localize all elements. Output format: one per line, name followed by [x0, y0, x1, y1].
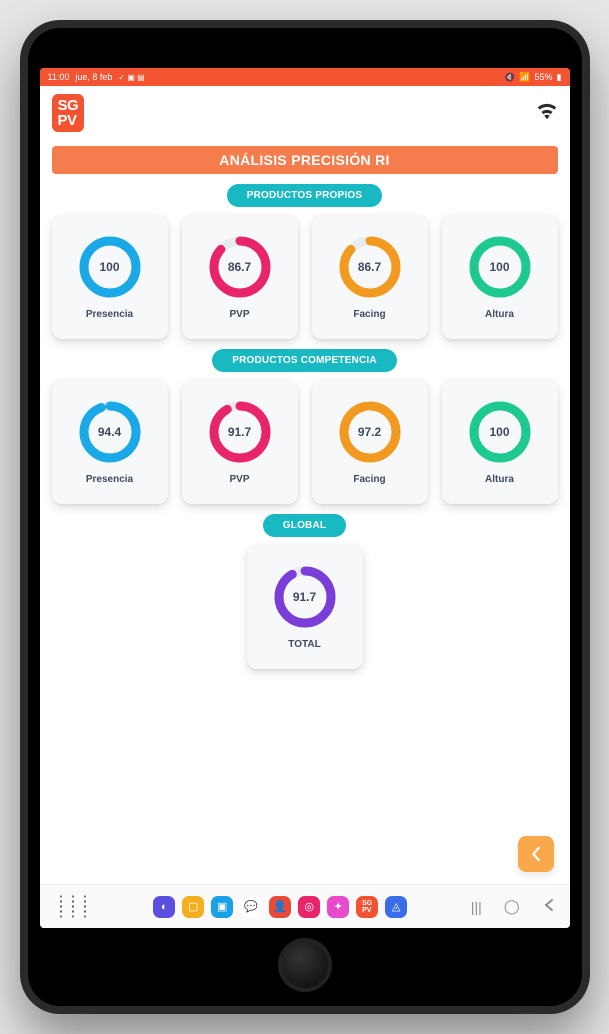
donut-chart: 86.7 — [338, 235, 402, 299]
metric-card[interactable]: 94.4 Presencia — [52, 380, 168, 504]
status-tray-icons: ✓ ▣ ▤ — [118, 73, 144, 82]
recents-button[interactable]: ||| — [471, 899, 482, 915]
metric-value: 100 — [489, 260, 509, 274]
tablet-frame: 11:00 jue, 8 feb ✓ ▣ ▤ 🔇 📶 55% ▮ SG PV — [20, 20, 590, 1014]
logo-line-1: SG — [58, 98, 79, 113]
section-pill: PRODUCTOS PROPIOS — [227, 184, 382, 207]
metric-value: 86.7 — [228, 260, 251, 274]
metric-card[interactable]: 91.7 TOTAL — [247, 545, 363, 669]
metric-value: 100 — [99, 260, 119, 274]
dock-app-icon[interactable]: ◐ — [153, 896, 175, 918]
metric-label: TOTAL — [288, 639, 320, 650]
metric-value: 91.7 — [228, 425, 251, 439]
app-logo[interactable]: SG PV — [52, 94, 85, 132]
metric-value: 100 — [489, 425, 509, 439]
screen: 11:00 jue, 8 feb ✓ ▣ ▤ 🔇 📶 55% ▮ SG PV — [40, 68, 570, 928]
donut-chart: 91.7 — [208, 400, 272, 464]
dock-app-icon[interactable]: ◎ — [298, 896, 320, 918]
section-pill: PRODUCTOS COMPETENCIA — [212, 349, 397, 372]
metric-label: PVP — [229, 474, 249, 485]
metric-value: 97.2 — [358, 425, 381, 439]
home-button-nav[interactable]: ◯ — [504, 898, 520, 915]
metric-value: 94.4 — [98, 425, 121, 439]
donut-chart: 91.7 — [273, 565, 337, 629]
metric-label: Presencia — [86, 309, 133, 320]
donut-chart: 94.4 — [78, 400, 142, 464]
app-header: SG PV — [40, 86, 570, 140]
donut-chart: 86.7 — [208, 235, 272, 299]
main-content: ANÁLISIS PRECISIÓN RI PRODUCTOS PROPIOS … — [40, 140, 570, 884]
metric-card[interactable]: 86.7 Facing — [312, 215, 428, 339]
dock-app-icon[interactable]: ◬ — [385, 896, 407, 918]
back-button[interactable] — [518, 836, 554, 872]
metric-card[interactable]: 100 Presencia — [52, 215, 168, 339]
metric-card[interactable]: 91.7 PVP — [182, 380, 298, 504]
donut-chart: 97.2 — [338, 400, 402, 464]
wifi-icon[interactable] — [536, 102, 558, 125]
dock-app-icon[interactable]: SGPV — [356, 896, 378, 918]
system-nav-buttons: ||| ◯ — [471, 898, 556, 915]
metric-label: Presencia — [86, 474, 133, 485]
cards-row: 94.4 Presencia 91.7 PVP 97.2 Facing — [52, 380, 558, 504]
section-pill: GLOBAL — [263, 514, 346, 537]
status-date: jue, 8 feb — [75, 72, 112, 82]
donut-chart: 100 — [468, 400, 532, 464]
battery-icon: ▮ — [557, 72, 562, 83]
metric-card[interactable]: 100 Altura — [442, 380, 558, 504]
dock-app-icon[interactable]: ▣ — [211, 896, 233, 918]
dock-app-icon[interactable]: ▢ — [182, 896, 204, 918]
back-button-nav[interactable] — [542, 898, 556, 915]
apps-drawer-icon[interactable]: ⋮⋮⋮⋮⋮⋮⋮⋮⋮ — [54, 899, 90, 915]
metric-card[interactable]: 100 Altura — [442, 215, 558, 339]
status-time: 11:00 — [48, 72, 70, 82]
metric-label: Facing — [353, 474, 385, 485]
metric-label: PVP — [229, 309, 249, 320]
metric-card[interactable]: 86.7 PVP — [182, 215, 298, 339]
metric-card[interactable]: 97.2 Facing — [312, 380, 428, 504]
dock-apps: ◐ ▢ ▣ 💬 👤 ◎ ✦ SGPV ◬ — [153, 896, 407, 918]
metric-label: Facing — [353, 309, 385, 320]
logo-line-2: PV — [58, 113, 79, 128]
tablet-bezel: 11:00 jue, 8 feb ✓ ▣ ▤ 🔇 📶 55% ▮ SG PV — [28, 28, 582, 1006]
donut-chart: 100 — [78, 235, 142, 299]
dock-app-icon[interactable]: 👤 — [269, 896, 291, 918]
mute-icon: 🔇 — [504, 72, 515, 83]
cards-row: 91.7 TOTAL — [52, 545, 558, 669]
wifi-small-icon: 📶 — [519, 72, 530, 83]
dock-app-icon[interactable]: 💬 — [240, 896, 262, 918]
metric-label: Altura — [485, 474, 514, 485]
cards-row: 100 Presencia 86.7 PVP 86.7 Facing — [52, 215, 558, 339]
metric-label: Altura — [485, 309, 514, 320]
metric-value: 91.7 — [293, 590, 316, 604]
page-title: ANÁLISIS PRECISIÓN RI — [52, 146, 558, 174]
battery-text: 55% — [535, 72, 553, 82]
physical-home-button[interactable] — [278, 938, 332, 992]
donut-chart: 100 — [468, 235, 532, 299]
dock-app-icon[interactable]: ✦ — [327, 896, 349, 918]
system-nav-bar: ⋮⋮⋮⋮⋮⋮⋮⋮⋮ ◐ ▢ ▣ 💬 👤 ◎ ✦ SGPV ◬ ||| ◯ — [40, 884, 570, 928]
status-bar: 11:00 jue, 8 feb ✓ ▣ ▤ 🔇 📶 55% ▮ — [40, 68, 570, 86]
metric-value: 86.7 — [358, 260, 381, 274]
